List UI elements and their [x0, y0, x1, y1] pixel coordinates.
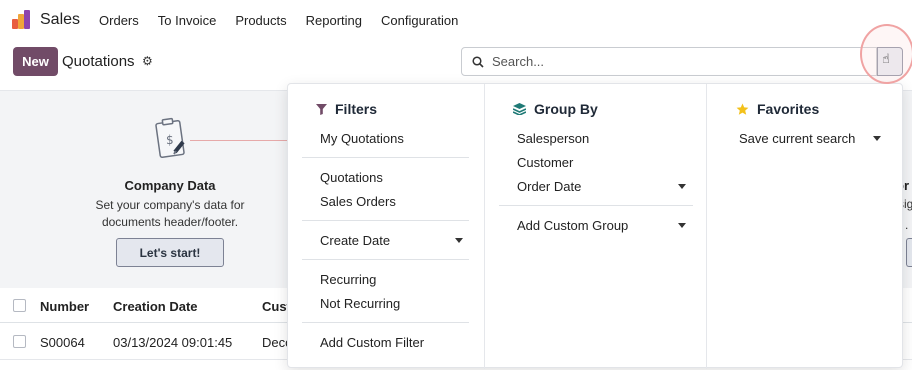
onboarding-step-line [190, 140, 290, 141]
nav-reporting[interactable]: Reporting [306, 13, 362, 28]
filters-header: Filters [316, 101, 377, 117]
filter-sales-orders[interactable]: Sales Orders [320, 194, 396, 209]
gear-icon[interactable]: ⚙ [142, 55, 154, 67]
add-custom-filter[interactable]: Add Custom Filter [320, 335, 424, 350]
lets-start-button[interactable]: Let's start! [116, 238, 224, 267]
onboarding-step-text: Set your company's data for documents he… [95, 198, 245, 229]
star-icon [736, 103, 749, 115]
filter-funnel-icon [316, 103, 327, 115]
add-custom-group-caret-icon[interactable] [678, 223, 686, 228]
save-current-search[interactable]: Save current search [739, 131, 855, 146]
search-icon [472, 55, 484, 68]
search-panel-toggle-button[interactable] [877, 47, 903, 76]
cell-creation-date: 03/13/2024 09:01:45 [113, 335, 233, 350]
clipboard-document-icon: $ [155, 117, 185, 158]
new-button[interactable]: New [13, 47, 58, 76]
save-search-caret-icon[interactable] [873, 136, 881, 141]
search-panel-dropdown: Filters My Quotations Quotations Sales O… [287, 83, 903, 369]
group-salesperson[interactable]: Salesperson [517, 131, 589, 146]
group-by-column: Group By Salesperson Customer Order Date… [484, 84, 706, 369]
page-title: Quotations [62, 53, 135, 70]
group-order-date[interactable]: Order Date [517, 179, 581, 194]
separator [302, 157, 469, 158]
onboarding-next-text-fragment-2: . [905, 218, 909, 232]
favorites-header: Favorites [736, 101, 819, 117]
filter-not-recurring[interactable]: Not Recurring [320, 296, 400, 311]
layers-icon [513, 103, 526, 115]
filter-my-quotations[interactable]: My Quotations [320, 131, 404, 146]
sales-app-logo[interactable] [12, 10, 32, 30]
column-number[interactable]: Number [40, 299, 89, 314]
nav-configuration[interactable]: Configuration [381, 13, 458, 28]
separator [302, 259, 469, 260]
nav-products[interactable]: Products [235, 13, 286, 28]
group-by-header: Group By [513, 101, 598, 117]
search-box [461, 47, 877, 76]
nav-orders[interactable]: Orders [99, 13, 139, 28]
separator [499, 205, 693, 206]
filter-create-date[interactable]: Create Date [320, 233, 390, 248]
onboarding-step-title: Company Data [124, 178, 216, 193]
top-navbar: Sales Orders To Invoice Products Reporti… [0, 0, 912, 40]
pointer-hand-icon: ☝ [882, 51, 890, 66]
onboarding-next-button-fragment[interactable] [906, 238, 912, 267]
create-date-caret-icon[interactable] [455, 238, 463, 243]
row-checkbox[interactable] [13, 335, 26, 348]
filters-column: Filters My Quotations Quotations Sales O… [288, 84, 484, 369]
column-creation-date[interactable]: Creation Date [113, 299, 198, 314]
app-name[interactable]: Sales [40, 11, 80, 29]
svg-text:$: $ [166, 133, 174, 147]
favorites-column: Favorites Save current search [706, 84, 903, 369]
separator [302, 322, 469, 323]
select-all-checkbox[interactable] [13, 299, 26, 312]
filter-recurring[interactable]: Recurring [320, 272, 376, 287]
search-input[interactable] [492, 54, 852, 69]
cell-number: S00064 [40, 335, 85, 350]
filter-quotations[interactable]: Quotations [320, 170, 383, 185]
separator [302, 220, 469, 221]
add-custom-group[interactable]: Add Custom Group [517, 218, 628, 233]
nav-to-invoice[interactable]: To Invoice [158, 13, 217, 28]
group-customer[interactable]: Customer [517, 155, 573, 170]
order-date-caret-icon[interactable] [678, 184, 686, 189]
